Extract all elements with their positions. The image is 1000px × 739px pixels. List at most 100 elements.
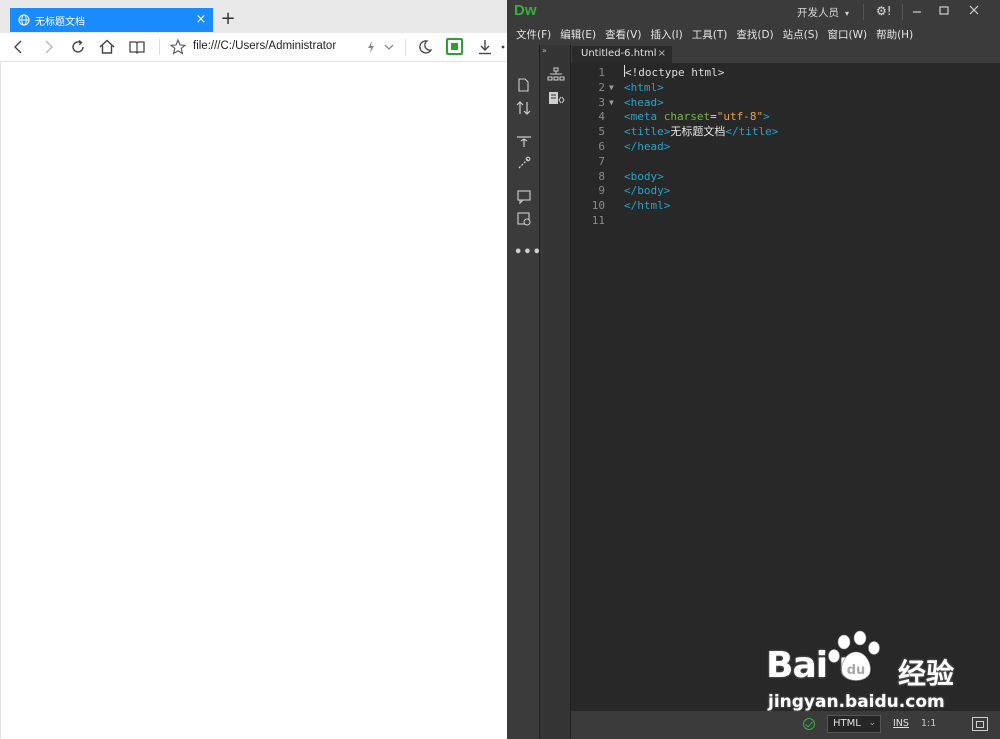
code-line[interactable]: 3 ▼ <head> [571,95,1000,110]
code-line[interactable]: 9 </body> [571,183,1000,198]
dw-menu-bar: 文件(F) 编辑(E) 查看(V) 插入(I) 工具(T) 查找(D) 站点(S) 窗口(W)… [507,24,1000,45]
menu-item-2[interactable]: 查看(V) [596,24,641,45]
code-text: <title>无标题文档</title> [624,125,779,139]
line-number: 5 [598,125,605,139]
menu-item-6[interactable]: 站点(S) [774,24,819,45]
line-number: 4 [598,110,605,124]
reading-view-icon[interactable] [128,38,146,56]
code-text: <!doctype html> [624,65,725,79]
fold-arrow-icon[interactable]: ▼ [609,80,614,95]
browser-window: 无标题文档 × + file:///C:/Users/Administrator [0,0,507,739]
code-text: </body> [624,184,671,198]
baidu-jingyan-watermark: Bai u du 经验 jingyan.baidu.com [760,630,992,720]
code-text: </head> [624,140,671,153]
dom-tree-icon[interactable] [547,67,565,83]
line-number: 8 [598,169,605,183]
toolbar-separator [159,39,160,55]
dw-title-bar: Dw 开发人员 ▾ ⚙! [507,0,1000,24]
menu-item-0[interactable]: 文件(F) [507,24,551,45]
sort-icon[interactable] [515,100,533,116]
gear-icon[interactable]: ⚙! [876,4,892,18]
minimize-icon[interactable] [905,2,929,20]
close-icon[interactable] [962,2,986,20]
snippet-icon[interactable] [515,155,533,171]
code-line[interactable]: 7 [571,154,1000,169]
browser-page-content [0,62,507,739]
address-bar[interactable]: file:///C:/Users/Administrator [193,40,353,52]
download-icon[interactable] [476,38,494,56]
code-line[interactable]: 1 <!doctype html> [571,65,1000,80]
back-icon[interactable] [10,38,28,56]
line-number: 7 [598,154,605,168]
watermark-brand-cn: 经验 [898,657,955,690]
menu-item-3[interactable]: 插入(I) [641,24,682,45]
line-number: 11 [591,214,605,227]
comment-icon[interactable] [515,189,533,205]
lightning-icon[interactable] [362,38,380,56]
code-text: </html> [624,199,671,213]
menu-item-8[interactable]: 帮助(H) [867,24,913,45]
menu-item-1[interactable]: 编辑(E) [551,24,596,45]
code-line[interactable]: 4 <meta charset="utf-8"> [571,109,1000,124]
document-tab[interactable]: Untitled-6.html × [572,46,672,63]
globe-icon [18,14,30,26]
night-mode-icon[interactable] [416,38,434,56]
expand-icon[interactable] [515,133,533,149]
close-icon[interactable]: × [658,48,666,59]
collapse-panels-icon[interactable]: » [542,46,547,55]
tab-strip: 无标题文档 × + [0,0,507,33]
menu-item-5[interactable]: 查找(D) [727,24,773,45]
home-icon[interactable] [98,38,116,56]
file-icon[interactable] [515,77,533,93]
title-separator [863,4,864,20]
document-tab-label: Untitled-6.html [581,48,657,59]
code-line[interactable]: 6 </head> [571,139,1000,154]
reload-icon[interactable] [69,38,87,56]
dw-logo: Dw [514,2,537,19]
code-line[interactable]: 8 <body> [571,169,1000,184]
forward-icon[interactable] [39,38,57,56]
code-line[interactable]: 5 <title>无标题文档</title> [571,124,1000,139]
menu-item-7[interactable]: 窗口(W) [819,24,868,45]
workspace-switcher[interactable]: 开发人员 ▾ [797,5,849,20]
workspace-label: 开发人员 [797,7,839,19]
line-number: 9 [598,184,605,198]
dreamweaver-window: Dw 开发人员 ▾ ⚙! 文件(F) 编辑(E) 查看(V) 插入(I) 工具(T) 查找(… [507,0,1000,739]
maximize-icon[interactable] [932,2,956,20]
code-line[interactable]: 11 [571,213,1000,228]
code-text: <meta charset="utf-8"> [624,110,770,124]
favorite-star-icon[interactable] [169,38,187,56]
browser-toolbar: file:///C:/Users/Administrator [0,33,507,62]
chevron-down-icon[interactable] [380,38,398,56]
dw-left-toolbar: ••• [507,45,542,739]
line-number: 3 [598,95,605,109]
svg-text:du: du [847,663,866,678]
extension-icon[interactable] [446,38,463,55]
code-view-icon[interactable] [547,91,565,107]
fold-arrow-icon[interactable]: ▼ [609,95,614,110]
tab-title: 无标题文档 [35,16,85,28]
line-number: 1 [598,66,605,79]
toolbar-separator [405,39,406,55]
code-text: <html> [624,80,664,94]
tab-active[interactable]: 无标题文档 × [10,8,213,32]
code-text: <body> [624,169,664,183]
new-tab-button[interactable]: + [219,9,237,29]
tab-close-icon[interactable]: × [193,8,209,32]
dw-panel-strip [540,45,571,739]
more-icon[interactable] [498,38,507,56]
title-separator [902,4,903,20]
code-editor[interactable]: 1 <!doctype html> 2 ▼ <html> 3 ▼ <head> 4 <meta c… [571,63,1000,711]
desktop: 无标题文档 × + file:///C:/Users/Administrator… [0,0,1000,739]
line-number: 2 [598,80,605,94]
more-options-icon[interactable]: ••• [514,245,542,260]
line-number: 6 [598,140,605,153]
code-line[interactable]: 2 ▼ <html> [571,80,1000,95]
code-line[interactable]: 10 </html> [571,198,1000,213]
document-tab-bar: Untitled-6.html × [571,45,1000,63]
watermark-url: jingyan.baidu.com [768,692,945,712]
line-number: 10 [591,199,605,213]
image-check-icon[interactable] [515,211,533,227]
menu-item-4[interactable]: 工具(T) [683,24,728,45]
paw-logo-icon: du [828,630,880,681]
